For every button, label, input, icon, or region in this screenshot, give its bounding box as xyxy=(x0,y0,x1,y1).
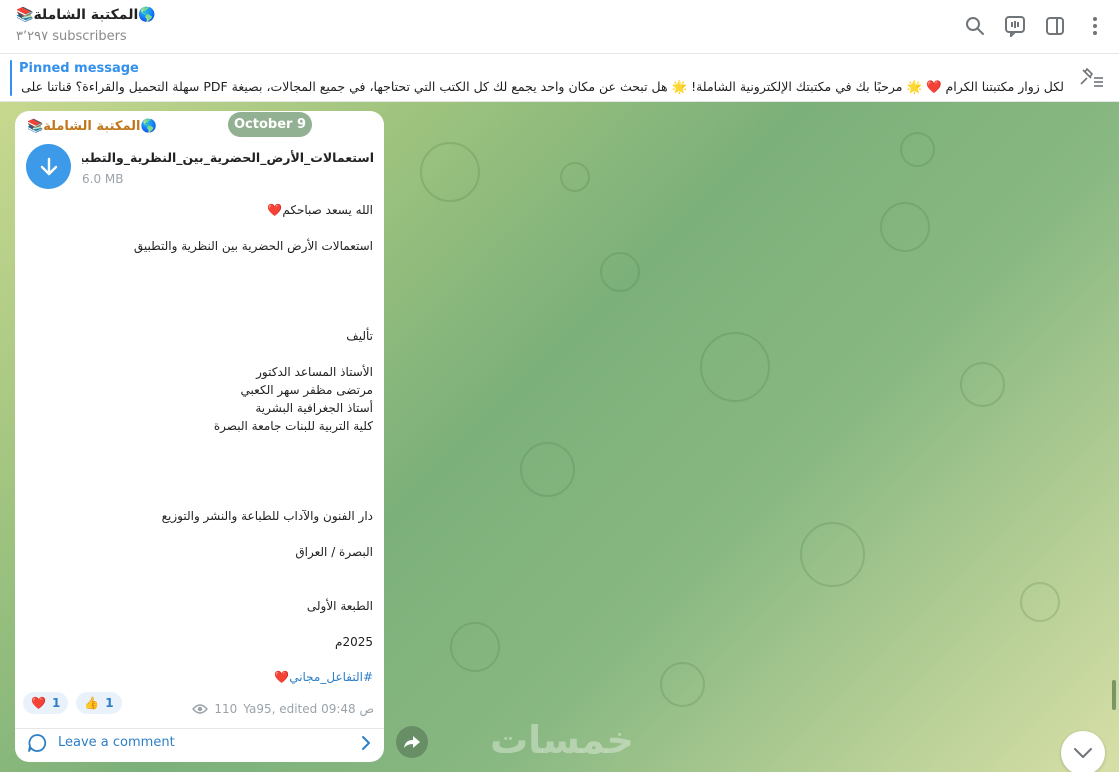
comment-divider xyxy=(15,728,384,729)
sidebar-toggle-icon[interactable] xyxy=(1041,12,1069,40)
scrollbar[interactable] xyxy=(1112,680,1116,710)
forward-icon xyxy=(404,736,420,748)
doodle-pattern xyxy=(560,162,590,192)
pinned-text: لكل زوار مكتبتنا الكرام ❤️ 🌟 مرحبًا بك ف… xyxy=(19,79,1064,94)
download-button[interactable] xyxy=(26,144,71,189)
date-separator: October 9 xyxy=(228,112,312,137)
msg-hashtag-line: #التفاعل_مجاني❤️ xyxy=(274,670,373,684)
msg-year: 2025م xyxy=(335,635,373,649)
msg-publisher: دار الفنون والآداب للطباعة والنشر والتوز… xyxy=(161,509,373,523)
reaction-thumbs-up[interactable]: 👍 1 xyxy=(76,692,122,714)
doodle-pattern xyxy=(660,662,705,707)
pinned-label: Pinned message xyxy=(19,61,139,76)
msg-book-title: استعمالات الأرض الحضرية بين النظرية والت… xyxy=(133,239,373,253)
reaction-emoji: 👍 xyxy=(84,696,100,710)
channel-title[interactable]: 📚المكتبة الشاملة🌎 xyxy=(16,7,156,23)
edited-time: Ya95, edited 09:48 ص xyxy=(243,702,374,716)
chevron-right-icon[interactable] xyxy=(358,734,374,752)
forward-button[interactable] xyxy=(396,726,428,758)
view-count: 110 xyxy=(214,702,238,716)
doodle-pattern xyxy=(900,132,935,167)
reaction-count: 1 xyxy=(51,696,61,710)
doodle-pattern xyxy=(960,362,1005,407)
msg-greeting: الله يسعد صباحكم❤️ xyxy=(267,203,373,217)
doodle-pattern xyxy=(800,522,865,587)
reaction-heart[interactable]: ❤️ 1 xyxy=(23,692,69,714)
doodle-pattern xyxy=(450,622,500,672)
post-author[interactable]: 📚المكتبة الشاملة🌎 xyxy=(27,119,157,134)
header-actions xyxy=(961,12,1109,40)
msg-author-field: أستاذ الجغرافية البشرية xyxy=(255,401,373,415)
channel-post: 📚المكتبة الشاملة🌎 استعمالات_الأرض_الحضري… xyxy=(15,111,384,762)
pinned-indicator xyxy=(10,60,12,96)
msg-author-rank: الأستاذ المساعد الدكتور xyxy=(256,365,373,379)
live-stream-icon[interactable] xyxy=(1001,12,1029,40)
chevron-down-icon xyxy=(1074,748,1092,758)
download-arrow-icon xyxy=(40,157,57,175)
hashtag-link[interactable]: #التفاعل_مجاني xyxy=(289,670,373,684)
file-name[interactable]: استعمالات_الأرض_الحضرية_بين_النظرية_والت… xyxy=(82,150,374,165)
pinned-list-icon[interactable] xyxy=(1079,66,1105,90)
doodle-pattern xyxy=(700,332,770,402)
post-meta: 110 Ya95, edited 09:48 ص xyxy=(192,702,374,716)
doodle-pattern xyxy=(1020,582,1060,622)
pinned-message-bar[interactable]: Pinned message لكل زوار مكتبتنا الكرام ❤… xyxy=(0,54,1119,102)
msg-author-name: مرتضى مظفر سهر الكعبي xyxy=(240,383,373,397)
file-size: 6.0 MB xyxy=(82,172,124,186)
eye-icon xyxy=(192,704,209,714)
doodle-pattern xyxy=(600,252,640,292)
leave-comment-button[interactable]: Leave a comment xyxy=(58,735,175,750)
msg-edition: الطبعة الأولى xyxy=(306,599,373,613)
msg-authored-by: تأليف xyxy=(346,329,373,343)
watermark: خمسات xyxy=(490,718,634,762)
reaction-count: 1 xyxy=(105,696,114,710)
comment-icon xyxy=(26,732,48,754)
doodle-pattern xyxy=(420,142,480,202)
msg-place: البصرة / العراق xyxy=(295,545,373,559)
more-vertical-icon[interactable] xyxy=(1081,12,1109,40)
search-icon[interactable] xyxy=(961,12,989,40)
reaction-emoji: ❤️ xyxy=(31,696,46,710)
chat-header: 📚المكتبة الشاملة🌎 ٣٬٢٩٧ subscribers xyxy=(0,0,1119,54)
heart-emoji: ❤️ xyxy=(274,670,290,684)
doodle-pattern xyxy=(880,202,930,252)
subscriber-count: ٣٬٢٩٧ subscribers xyxy=(16,29,127,44)
doodle-pattern xyxy=(520,442,575,497)
scroll-down-button[interactable] xyxy=(1061,731,1105,772)
msg-author-college: كلية التربية للبنات جامعة البصرة xyxy=(213,419,373,433)
reactions: ❤️ 1 👍 1 xyxy=(23,692,122,714)
